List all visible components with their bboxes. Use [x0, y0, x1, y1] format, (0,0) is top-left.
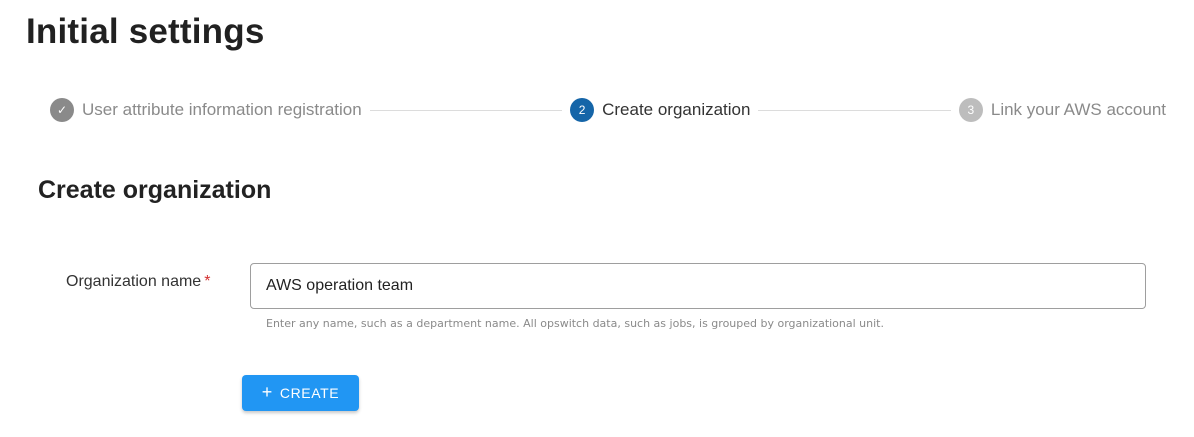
step-number-badge: 3: [958, 98, 983, 122]
step-create-organization: 2 Create organization: [570, 98, 750, 122]
required-asterisk: *: [204, 273, 211, 290]
plus-icon: +: [261, 382, 273, 402]
field-hint: Enter any name, such as a department nam…: [266, 317, 884, 330]
step-label: Create organization: [602, 100, 751, 119]
step-label: User attribute information registration: [82, 100, 362, 119]
organization-name-input[interactable]: [250, 263, 1146, 309]
organization-name-label: Organization name *: [66, 270, 216, 294]
step-user-attributes: ✓ User attribute information registratio…: [50, 98, 362, 122]
step-link-aws-account: 3 Link your AWS account: [958, 98, 1166, 122]
step-connector: [369, 109, 563, 111]
step-number-badge: 2: [570, 98, 595, 122]
stepper: ✓ User attribute information registratio…: [50, 98, 1166, 122]
check-icon: ✓: [50, 98, 74, 122]
create-button-label: CREATE: [279, 385, 340, 401]
create-button[interactable]: + CREATE: [242, 375, 359, 411]
section-title: Create organization: [38, 176, 272, 204]
step-connector: [758, 109, 951, 111]
step-label: Link your AWS account: [990, 100, 1166, 119]
field-label-text: Organization name: [66, 273, 202, 290]
page-title: Initial settings: [26, 12, 265, 51]
